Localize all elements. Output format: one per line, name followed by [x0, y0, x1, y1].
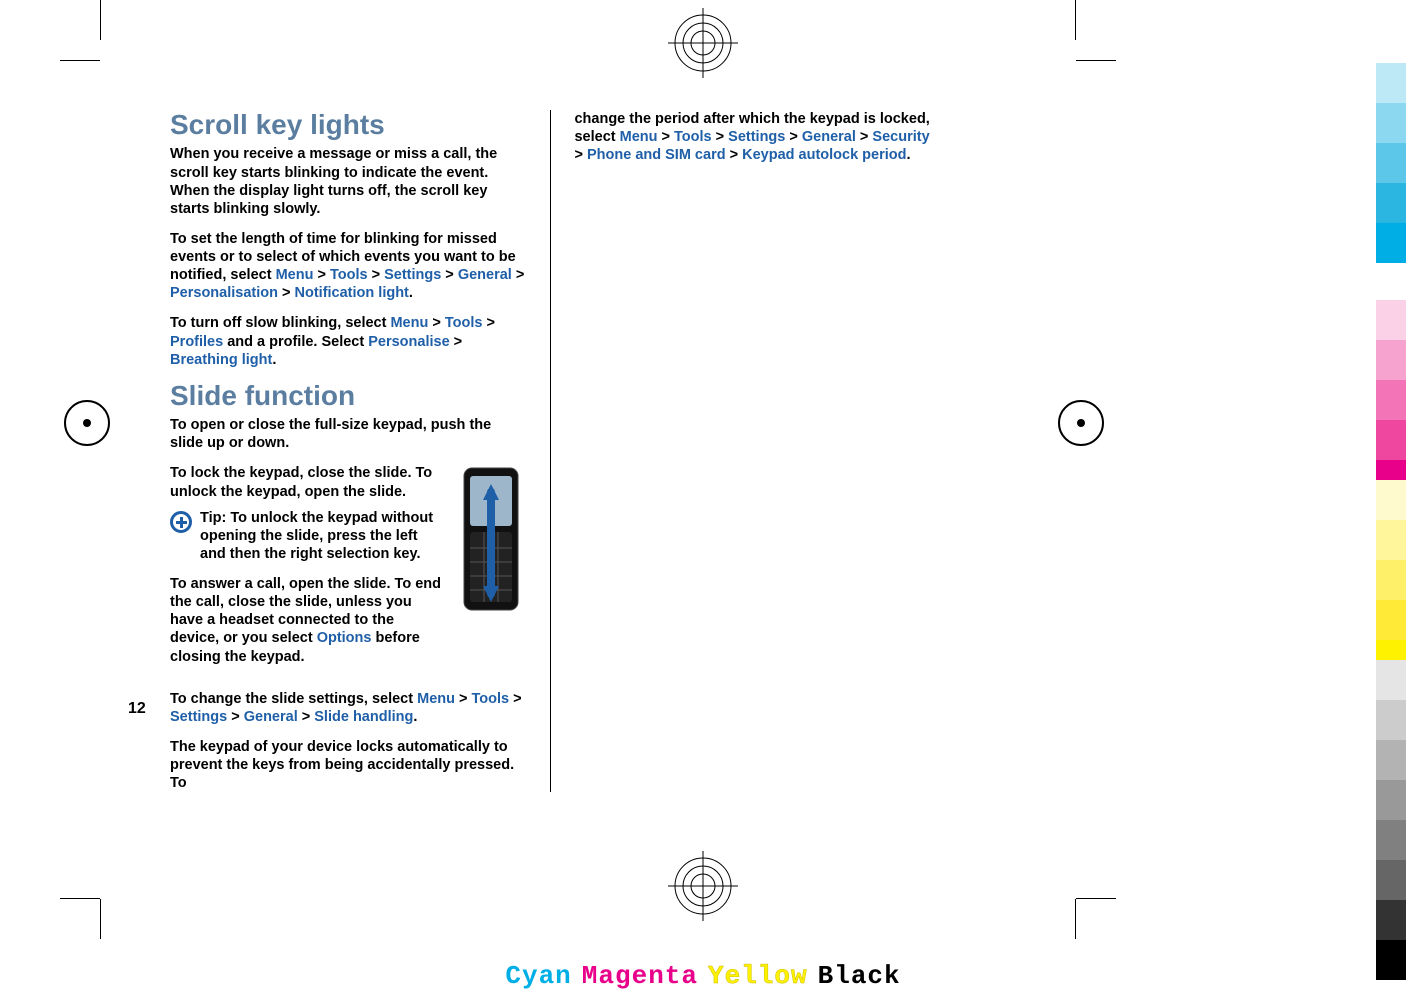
heading-scroll-key-lights: Scroll key lights: [170, 110, 526, 139]
text: To turn off slow blinking, select: [170, 315, 390, 331]
crop-mark: [1076, 898, 1116, 899]
link-tools: Tools: [472, 691, 510, 707]
paragraph-slide-open: To open or close the full-size keypad, p…: [170, 416, 526, 452]
paragraph-slide-change: To change the slide settings, select Men…: [170, 690, 526, 726]
cmyk-black: Black: [818, 961, 901, 991]
paragraph-skl-intro: When you receive a message or miss a cal…: [170, 145, 526, 218]
crop-mark: [100, 899, 101, 939]
paragraph-col2: change the period after which the keypad…: [574, 110, 930, 164]
column-right: change the period after which the keypad…: [574, 110, 930, 792]
cmyk-cyan: Cyan: [505, 961, 571, 991]
registration-mark-top: [668, 8, 738, 78]
swatch-stack-magenta: [1376, 300, 1406, 500]
tip-block: Tip: To unlock the keypad without openin…: [170, 509, 446, 563]
link-menu: Menu: [417, 691, 455, 707]
link-menu: Menu: [276, 267, 314, 283]
link-menu: Menu: [620, 129, 658, 145]
text: To change the slide settings, select: [170, 691, 417, 707]
text: and a profile. Select: [227, 334, 368, 350]
link-general: General: [244, 709, 298, 725]
cmyk-magenta: Magenta: [582, 961, 698, 991]
paragraph-skl-set: To set the length of time for blinking f…: [170, 230, 526, 303]
swatch-stack-grey: [1376, 660, 1406, 980]
link-tools: Tools: [445, 315, 483, 331]
page-number: 12: [128, 700, 146, 718]
link-profiles: Profiles: [170, 334, 223, 350]
paragraph-skl-turnoff: To turn off slow blinking, select Menu >…: [170, 314, 526, 368]
crop-mark: [100, 0, 101, 40]
link-tools: Tools: [330, 267, 368, 283]
crop-mark: [1075, 899, 1076, 939]
content-columns: Scroll key lights When you receive a mes…: [170, 110, 930, 792]
column-left: Scroll key lights When you receive a mes…: [170, 110, 526, 792]
link-keypad-autolock-period: Keypad autolock period: [742, 147, 906, 163]
crop-mark: [60, 60, 100, 61]
cmyk-yellow: Yellow: [708, 961, 808, 991]
column-divider: [550, 110, 551, 792]
link-general: General: [458, 267, 512, 283]
link-settings: Settings: [728, 129, 785, 145]
phone-illustration: [456, 464, 526, 677]
tip-text: Tip: To unlock the keypad without openin…: [200, 509, 446, 563]
side-target-left: [64, 400, 110, 446]
paragraph-slide-answer: To answer a call, open the slide. To end…: [170, 575, 446, 666]
link-options: Options: [317, 630, 372, 646]
link-security: Security: [872, 129, 929, 145]
side-target-right: [1058, 400, 1104, 446]
link-breathing-light: Breathing light: [170, 352, 272, 368]
swatch-stack-cyan: [1376, 63, 1406, 263]
cmyk-footer: Cyan Magenta Yellow Black: [505, 961, 900, 991]
crop-mark: [1075, 0, 1076, 40]
link-phone-and-sim: Phone and SIM card: [587, 147, 726, 163]
paragraph-slide-autolock: The keypad of your device locks automati…: [170, 738, 526, 792]
link-notification-light: Notification light: [295, 285, 409, 301]
link-personalisation: Personalisation: [170, 285, 278, 301]
link-settings: Settings: [170, 709, 227, 725]
tip-plus-icon: [170, 511, 192, 533]
heading-slide-function: Slide function: [170, 381, 526, 410]
crop-mark: [60, 898, 100, 899]
link-personalise: Personalise: [368, 334, 449, 350]
link-general: General: [802, 129, 856, 145]
paragraph-slide-lock: To lock the keypad, close the slide. To …: [170, 464, 446, 500]
link-slide-handling: Slide handling: [314, 709, 413, 725]
link-tools: Tools: [674, 129, 712, 145]
crop-mark: [1076, 60, 1116, 61]
swatch-stack-yellow: [1376, 480, 1406, 680]
link-menu: Menu: [390, 315, 428, 331]
link-settings: Settings: [384, 267, 441, 283]
registration-mark-bottom: [668, 851, 738, 921]
